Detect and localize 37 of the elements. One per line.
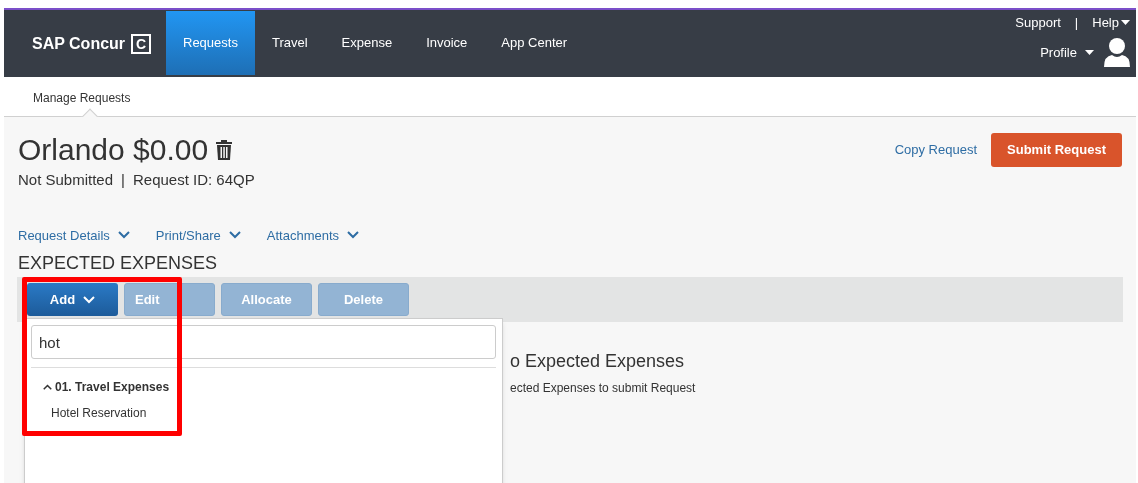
- toolbar-button[interactable]: Add: [27, 283, 118, 316]
- help-menu[interactable]: Help: [1092, 13, 1130, 33]
- nav-tab[interactable]: Invoice: [409, 11, 485, 75]
- logo-text: SAP Concur: [32, 33, 126, 54]
- request-id: Request ID: 64QP: [132, 170, 255, 190]
- menu-link[interactable]: Attachments: [266, 225, 360, 245]
- chevron-up-icon: [43, 383, 52, 391]
- caret-icon: [1085, 50, 1094, 55]
- subnav-tab[interactable]: Manage Requests: [33, 89, 131, 107]
- empty-state-hint: ected Expenses to submit Request: [510, 380, 697, 397]
- menu-link[interactable]: Print/Share: [155, 225, 241, 245]
- logo-mark: C: [131, 33, 152, 54]
- caret-icon: [1121, 20, 1130, 26]
- profile-menu[interactable]: Profile: [1040, 42, 1094, 63]
- request-title: Orlando $0.00: [18, 133, 209, 167]
- empty-state-title: o Expected Expenses: [510, 350, 686, 373]
- dropdown-item[interactable]: Hotel Reservation: [31, 404, 496, 422]
- nav-tab[interactable]: App Center: [484, 11, 585, 75]
- menu-link[interactable]: Request Details: [18, 225, 130, 245]
- section-title: EXPECTED EXPENSES: [18, 253, 219, 273]
- chevron-down-icon: [83, 295, 96, 304]
- nav-tab[interactable]: Requests: [166, 11, 255, 75]
- status-text: Not Submitted: [18, 170, 114, 190]
- search-field[interactable]: hot: [31, 325, 496, 359]
- group-header[interactable]: 01. Travel Expenses: [31, 378, 170, 396]
- trash-icon[interactable]: [216, 140, 233, 160]
- nav-tab[interactable]: Travel: [254, 11, 325, 75]
- chevron-down-icon: [117, 231, 130, 240]
- nav-tab[interactable]: Expense: [324, 11, 410, 75]
- chevron-down-icon: [228, 231, 241, 240]
- user-avatar-icon[interactable]: [1104, 36, 1130, 69]
- copy-request-link[interactable]: Copy Request: [894, 140, 978, 160]
- chevron-down-icon: [347, 231, 360, 240]
- separator: |: [1074, 14, 1079, 32]
- submit-request-button[interactable]: Submit Request: [991, 133, 1122, 167]
- support-link[interactable]: Support: [1015, 13, 1061, 33]
- separator: |: [121, 170, 125, 190]
